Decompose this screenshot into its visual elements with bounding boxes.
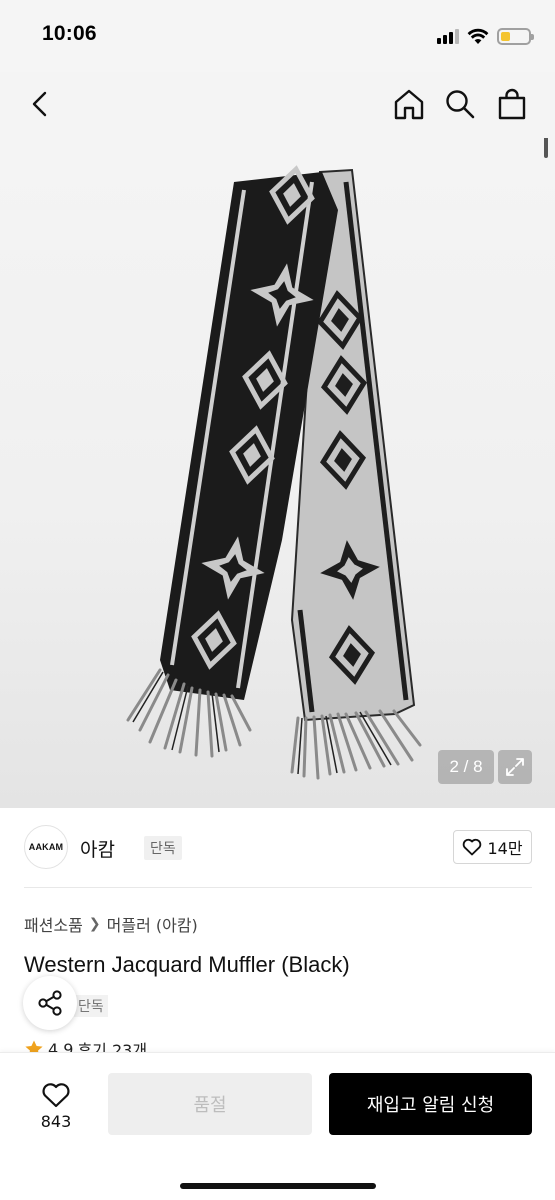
product-title: Western Jacquard Muffler (Black)	[24, 952, 350, 977]
header	[0, 72, 555, 138]
brand-like-count: 14만	[487, 839, 523, 858]
exclusive-tag: 단독	[74, 995, 108, 1017]
search-button[interactable]	[440, 84, 480, 124]
brand-logo[interactable]: AAKAM	[24, 825, 68, 869]
status-time: 10:06	[42, 22, 97, 45]
shopping-bag-icon	[498, 88, 526, 120]
soldout-button[interactable]: 품절	[108, 1073, 312, 1135]
heart-icon	[463, 838, 482, 856]
brand-logo-text: AAKAM	[28, 842, 64, 852]
brand-row: AAKAM 아캄 단독 14만	[24, 825, 532, 873]
cart-button[interactable]	[492, 84, 532, 124]
share-icon	[38, 990, 62, 1016]
battery-level	[501, 31, 511, 41]
divider	[24, 887, 532, 888]
status-bar: 10:06	[0, 0, 555, 72]
product-image-gallery[interactable]	[0, 138, 555, 808]
scarf-image	[126, 138, 422, 780]
brand-exclusive-badge: 단독	[144, 836, 182, 860]
home-icon	[394, 89, 424, 120]
search-icon	[446, 90, 475, 119]
home-button[interactable]	[389, 84, 429, 124]
wishlist-button[interactable]: 843	[24, 1075, 88, 1137]
breadcrumb-item-category[interactable]: 패션소품	[24, 912, 83, 936]
wishlist-count: 843	[40, 1111, 72, 1131]
heart-icon	[42, 1082, 70, 1107]
home-indicator[interactable]	[180, 1183, 376, 1189]
scroll-indicator[interactable]	[544, 138, 548, 158]
bottom-action-bar: 843 품절 재입고 알림 신청	[0, 1052, 555, 1200]
gallery-page-counter: 2 / 8	[438, 750, 494, 784]
breadcrumb: 패션소품 ❯ 머플러 (아캄)	[24, 912, 198, 936]
brand-name[interactable]: 아캄	[80, 835, 115, 862]
share-button[interactable]	[23, 976, 77, 1030]
expand-arrows-icon	[506, 758, 524, 776]
expand-button[interactable]	[498, 750, 532, 784]
back-button[interactable]	[20, 84, 60, 124]
back-chevron-icon	[32, 91, 47, 117]
chevron-right-icon: ❯	[88, 916, 101, 932]
cellular-signal-icon	[437, 28, 459, 44]
wifi-icon	[467, 28, 489, 44]
restock-alert-button[interactable]: 재입고 알림 신청	[329, 1073, 532, 1135]
breadcrumb-item-subcategory[interactable]: 머플러 (아캄)	[107, 912, 198, 936]
brand-like-button[interactable]: 14만	[453, 830, 532, 864]
status-icons	[437, 24, 534, 48]
battery-icon	[497, 27, 534, 45]
